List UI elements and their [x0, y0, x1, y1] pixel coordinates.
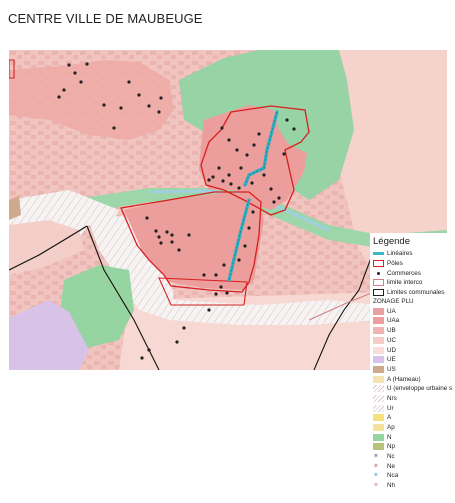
- zone-label: A: [387, 414, 392, 422]
- lineaire-line-swatch: [373, 252, 384, 256]
- map-legend: Légende Linéaires Pôles Commerces limite…: [370, 233, 455, 503]
- legend-zone-item: Ur: [370, 403, 455, 413]
- interco-box-swatch: [373, 279, 384, 287]
- zone-label: U (enveloppe urbaine s: [387, 385, 453, 393]
- zone-swatch: [373, 375, 384, 383]
- legend-zone-item: UD: [370, 345, 455, 355]
- zone-label: Ur: [387, 404, 394, 412]
- zone-label: UC: [387, 336, 397, 344]
- legend-zone-item: N: [370, 432, 455, 442]
- legend-zone-item: ✶ Nca: [370, 471, 455, 481]
- zone-label: N: [387, 433, 392, 441]
- legend-item-limite-interco: limite interco: [370, 278, 455, 288]
- zone-swatch: [373, 414, 384, 422]
- legend-zone-item: US: [370, 365, 455, 375]
- zone-label: Ne: [387, 462, 396, 470]
- zone-swatch: ✶: [373, 482, 384, 490]
- legend-zone-item: UB: [370, 326, 455, 336]
- zone-swatch: [373, 365, 384, 373]
- legend-zone-item: ✶ Nc: [370, 452, 455, 462]
- legend-title: Légende: [373, 236, 410, 247]
- legend-zone-item: Nrs: [370, 394, 455, 404]
- zone-list: UA UAa UB UC UD UE US A (Hameau) U (enveloppe ur…: [370, 306, 455, 490]
- zone-swatch: [373, 307, 384, 315]
- zone-swatch: [373, 356, 384, 364]
- zone-label: US: [387, 365, 396, 373]
- zone-swatch: [373, 404, 384, 412]
- zone-swatch: [373, 433, 384, 441]
- zone-label: UD: [387, 346, 397, 354]
- commerce-dot-icon: [373, 270, 384, 277]
- zone-swatch: ✶: [373, 472, 384, 480]
- zone-label: Nc: [387, 453, 395, 461]
- pole-box-swatch: [373, 260, 384, 268]
- zone-label: UB: [387, 327, 396, 335]
- legend-item-commerces: Commerces: [370, 268, 455, 278]
- legend-zone-item: Np: [370, 442, 455, 452]
- zone-label: A (Hameau): [387, 375, 421, 383]
- zone-swatch: [373, 327, 384, 335]
- zone-label: UA: [387, 307, 396, 315]
- zone-label: Np: [387, 443, 396, 451]
- legend-zone-item: A: [370, 413, 455, 423]
- legend-zone-item: A (Hameau): [370, 374, 455, 384]
- legend-zone-item: UA: [370, 306, 455, 316]
- legend-zone-item: ✶ Ne: [370, 461, 455, 471]
- zone-swatch: [373, 336, 384, 344]
- zonage-heading: ZONAGE PLU: [373, 298, 414, 306]
- zone-swatch: [373, 317, 384, 325]
- legend-zone-item: UAa: [370, 316, 455, 326]
- zone-label: Nrs: [387, 394, 397, 402]
- zone-swatch: [373, 385, 384, 393]
- legend-item-lineaires: Linéaires: [370, 249, 455, 259]
- communal-box-swatch: [373, 289, 384, 297]
- zone-swatch: [373, 394, 384, 402]
- zone-label: Nca: [387, 472, 399, 480]
- legend-zone-item: UE: [370, 355, 455, 365]
- zone-swatch: ✶: [373, 453, 384, 461]
- zone-label: UAa: [387, 317, 400, 325]
- legend-item-poles: Pôles: [370, 259, 455, 269]
- map-title: CENTRE VILLE DE MAUBEUGE: [8, 11, 203, 26]
- legend-item-limites-communales: Limites communales: [370, 288, 455, 298]
- legend-zone-item: Ap: [370, 423, 455, 433]
- legend-zone-item: ✶ Nh: [370, 481, 455, 491]
- legend-zone-item: U (enveloppe urbaine s: [370, 384, 455, 394]
- zone-swatch: ✶: [373, 462, 384, 470]
- zone-label: Ap: [387, 424, 395, 432]
- legend-zone-item: UC: [370, 336, 455, 346]
- zone-label: UE: [387, 356, 396, 364]
- zone-label: Nh: [387, 482, 396, 490]
- zone-swatch: [373, 424, 384, 432]
- zone-swatch: [373, 346, 384, 354]
- zone-swatch: [373, 443, 384, 451]
